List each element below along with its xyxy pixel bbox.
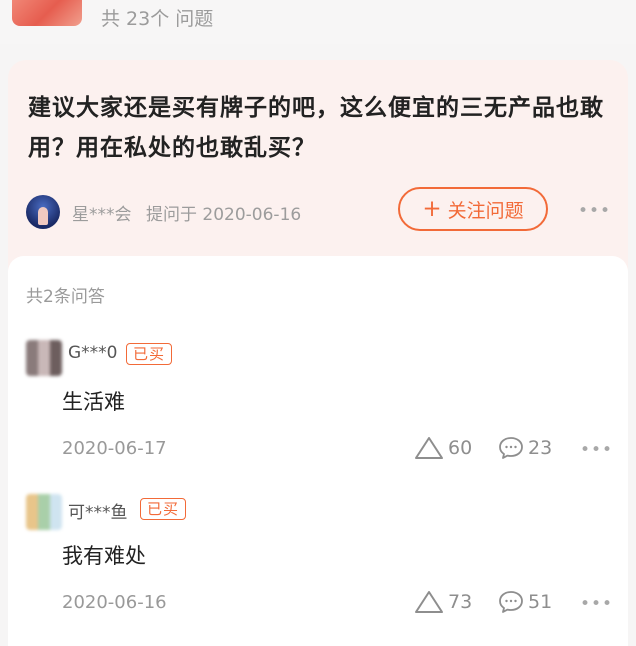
avatar[interactable] [26, 494, 62, 530]
answer-date: 2020-06-17 [62, 438, 167, 459]
triangle-like-icon [415, 437, 443, 459]
bought-badge: 已买 [126, 343, 173, 365]
comment-bubble-icon [499, 591, 523, 613]
plus-icon: + [422, 195, 442, 222]
asked-date: 提问于 2020-06-16 [146, 205, 302, 225]
like-button[interactable]: 60 [414, 436, 472, 460]
avatar[interactable] [26, 340, 62, 376]
more-options-icon[interactable]: ••• [578, 201, 611, 221]
question-count-label: 共 23个 问题 [101, 8, 214, 30]
triangle-like-icon [415, 591, 443, 613]
like-count: 60 [448, 437, 473, 459]
answer-username: G***0 [68, 343, 118, 363]
answer-text[interactable]: 生活难 [62, 386, 125, 416]
like-count: 73 [448, 591, 473, 613]
comment-bubble-icon [499, 437, 523, 459]
product-thumbnail[interactable] [12, 0, 82, 26]
comment-count: 23 [528, 437, 553, 459]
question-title: 建议大家还是买有牌子的吧，这么便宜的三无产品也敢用？用在私处的也敢乱买？ [28, 95, 604, 161]
answers-card: 共2条问答 G***0 已买 生活难 2020-06-17 60 23 ••• … [8, 256, 628, 646]
top-strip: 共 23个 问题 [0, 0, 636, 44]
asker-avatar[interactable] [26, 195, 60, 229]
answer-date: 2020-06-16 [62, 592, 167, 613]
question-card: 建议大家还是买有牌子的吧，这么便宜的三无产品也敢用？用在私处的也敢乱买？ 星**… [8, 60, 628, 270]
asker-row: 星***会 提问于 2020-06-16 + 关注问题 ••• [26, 187, 616, 233]
follow-question-button[interactable]: + 关注问题 [398, 187, 548, 231]
comment-button[interactable]: 23 [498, 436, 552, 460]
answers-count-label: 共2条问答 [26, 287, 105, 307]
bought-badge: 已买 [140, 498, 187, 520]
comment-count: 51 [528, 591, 553, 613]
more-options-icon[interactable]: ••• [580, 594, 613, 614]
answer-text[interactable]: 我有难处 [62, 540, 146, 570]
answer-username: 可***鱼 [68, 503, 128, 523]
asker-name: 星***会 [72, 205, 132, 225]
follow-question-label: 关注问题 [447, 199, 524, 222]
comment-button[interactable]: 51 [498, 590, 552, 614]
more-options-icon[interactable]: ••• [580, 440, 613, 460]
like-button[interactable]: 73 [414, 590, 472, 614]
